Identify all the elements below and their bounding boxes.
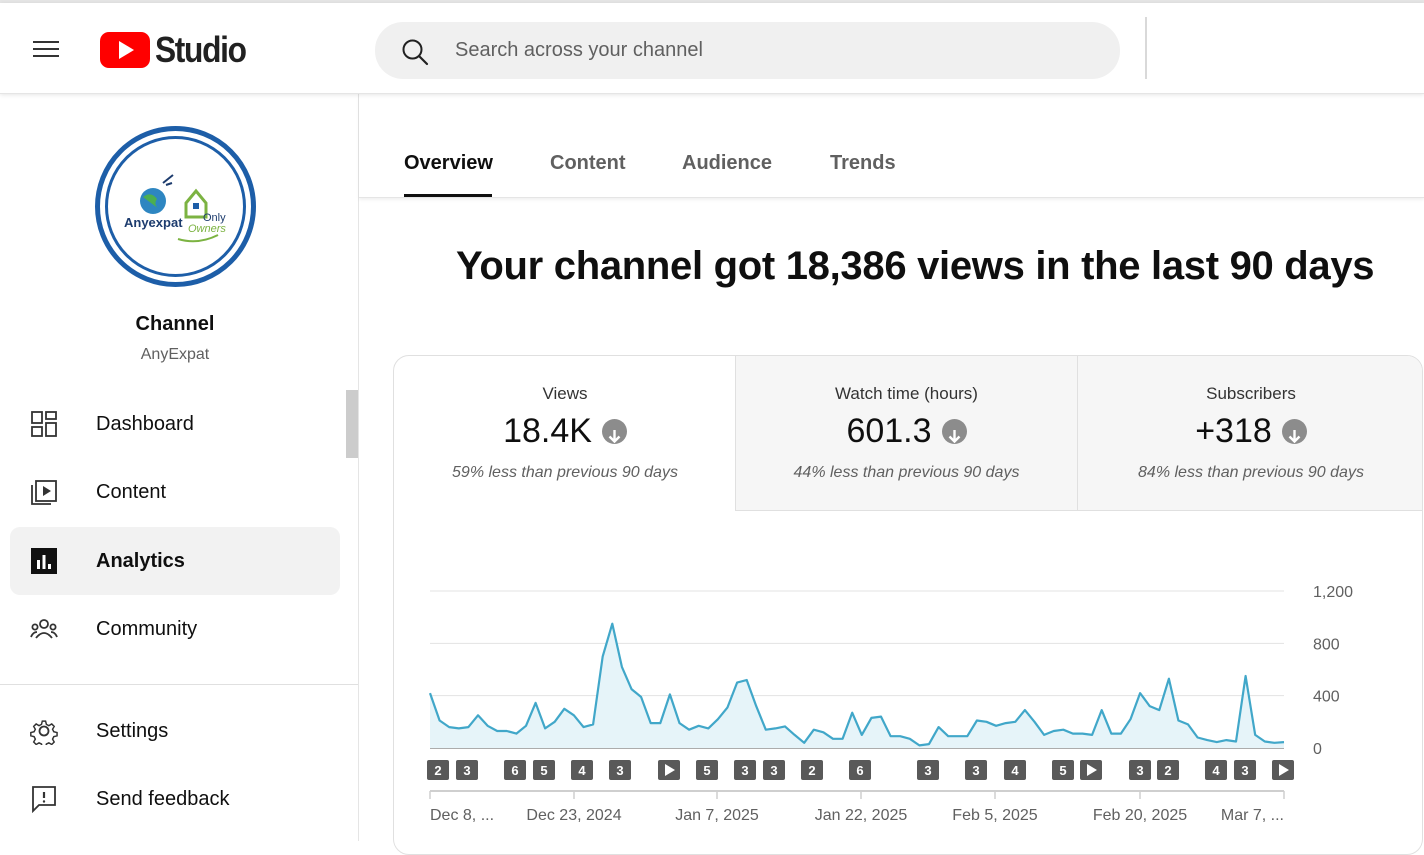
sidebar-item-analytics[interactable]: Analytics (10, 527, 340, 595)
y-tick-label: 0 (1313, 741, 1322, 758)
sidebar-item-community[interactable]: Community (10, 595, 340, 663)
dashboard-icon (31, 411, 57, 437)
annotation-badge-label: 4 (1212, 763, 1220, 778)
settings-icon (30, 720, 58, 745)
annotation-badge-label: 5 (1059, 763, 1066, 778)
analytics-tabs: Overview Content Audience Trends (359, 94, 1424, 198)
tab-overview[interactable]: Overview (404, 152, 493, 175)
annotation-badge-label: 5 (540, 763, 547, 778)
annotation-badge-label: 6 (856, 763, 863, 778)
annotation-badge-label: 4 (578, 763, 586, 778)
sidebar-item-label: Content (96, 480, 167, 503)
sidebar-item-label: Dashboard (96, 412, 194, 435)
menu-icon[interactable] (22, 29, 70, 69)
sidebar-item-settings[interactable]: Settings (10, 697, 340, 765)
views-chart[interactable]: 0 400 800 1,200 2 3 6 5 4 3 5 3 3 2 6 3 3 4 5 3 2 4 3 Dec 8, ..… (394, 356, 1423, 855)
feedback-icon (32, 786, 56, 813)
y-tick-label: 1,200 (1313, 584, 1353, 601)
tab-content[interactable]: Content (550, 152, 626, 175)
annotation-badge-label: 3 (616, 763, 623, 778)
series-area (430, 623, 1284, 748)
header-divider (1145, 17, 1147, 79)
annotation-badge-label: 3 (924, 763, 931, 778)
page-headline: Your channel got 18,386 views in the las… (456, 244, 1375, 288)
annotation-badge-label: 2 (1164, 763, 1171, 778)
overview-card: Views 18.4K 59% less than previous 90 da… (393, 355, 1423, 855)
x-tick-label: Jan 7, 2025 (675, 807, 759, 824)
annotation-badge-label: 3 (741, 763, 748, 778)
annotation-badge-label: 2 (434, 763, 441, 778)
x-tick-label: Mar 7, ... (1221, 807, 1284, 824)
channel-name: AnyExpat (140, 346, 210, 363)
x-tick-label: Feb 20, 2025 (1093, 807, 1187, 824)
tab-trends[interactable]: Trends (830, 152, 896, 175)
x-tick-label: Feb 5, 2025 (952, 807, 1038, 824)
active-tab-indicator (404, 194, 492, 197)
channel-title: Channel (135, 313, 215, 335)
sidebar-item-label: Settings (96, 719, 169, 742)
content-icon (31, 480, 57, 505)
annotation-badge-label: 3 (770, 763, 777, 778)
annotation-badge-label: 3 (972, 763, 979, 778)
top-bar: Studio (0, 3, 1424, 94)
sidebar-divider (0, 684, 358, 685)
annotation-badge-label: 5 (703, 763, 710, 778)
x-tick-label: Dec 8, ... (430, 807, 494, 824)
annotation-badge-label: 3 (463, 763, 470, 778)
annotation-badge-label: 4 (1011, 763, 1019, 778)
sidebar-item-label: Analytics (96, 549, 185, 572)
sidebar-item-label: Community (96, 617, 198, 640)
y-tick-label: 800 (1313, 636, 1340, 653)
sidebar-item-send-feedback[interactable]: Send feedback (10, 765, 340, 833)
annotation-badge-label: 3 (1241, 763, 1248, 778)
x-tick-label: Jan 22, 2025 (815, 807, 908, 824)
annotation-badge-label: 6 (511, 763, 518, 778)
annotation-badge-label: 2 (808, 763, 815, 778)
annotation-badge-label: 3 (1136, 763, 1143, 778)
sidebar-item-label: Send feedback (96, 787, 230, 810)
search-input[interactable] (455, 22, 1075, 79)
avatar-logo-text-right-2: Owners (188, 223, 226, 235)
sidebar-item-dashboard[interactable]: Dashboard (10, 390, 340, 458)
search-icon[interactable] (401, 38, 429, 66)
community-icon (30, 619, 58, 639)
logo-text: Studio (155, 29, 247, 70)
sidebar: Anyexpat Only Owners Channel AnyExpat Da… (0, 94, 359, 841)
youtube-logo-icon (100, 32, 150, 68)
avatar-logo-art: Anyexpat Only Owners (124, 174, 226, 243)
tab-audience[interactable]: Audience (682, 152, 772, 175)
avatar-logo: Anyexpat Only Owners (105, 136, 246, 277)
avatar-logo-text-left: Anyexpat (124, 215, 183, 230)
studio-logo[interactable]: Studio (100, 29, 258, 71)
search-bar[interactable] (375, 22, 1120, 79)
y-tick-label: 400 (1313, 689, 1340, 706)
x-tick-label: Dec 23, 2024 (526, 807, 621, 824)
sidebar-scrollbar[interactable] (346, 390, 358, 458)
analytics-icon (31, 548, 57, 574)
main-content: Overview Content Audience Trends Your ch… (359, 94, 1424, 855)
channel-avatar[interactable]: Anyexpat Only Owners (95, 126, 256, 287)
sidebar-item-content[interactable]: Content (10, 458, 340, 526)
